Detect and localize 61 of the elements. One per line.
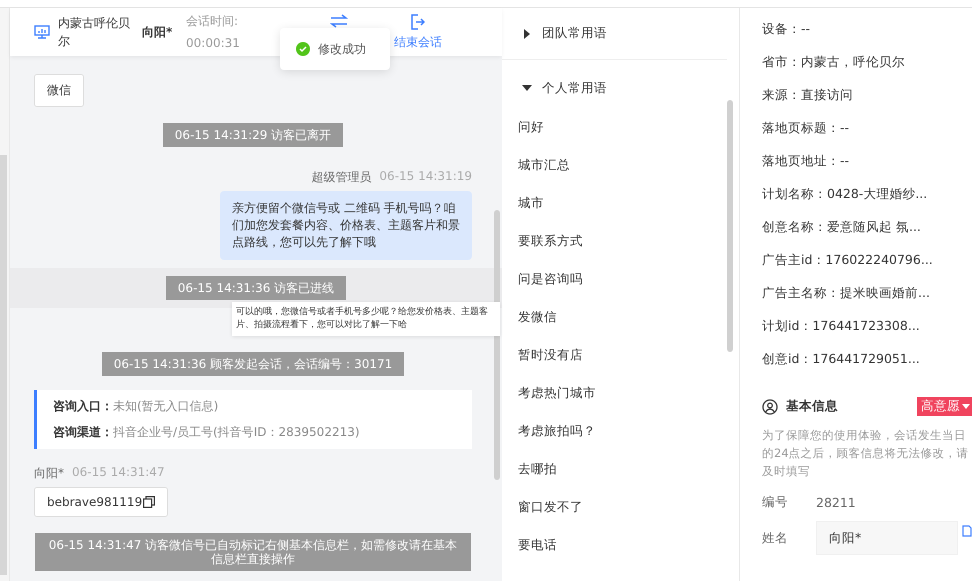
toast-text: 修改成功 <box>318 40 366 58</box>
info-field: 计划名称：0428-大理婚纱... <box>762 177 972 210</box>
message-time: 06-15 14:31:47 <box>72 465 165 481</box>
notice-text: 为了保障您的使用体验，会话发生当日的24点之后，顾客信息将无法修改，请及时填写 <box>762 427 970 480</box>
field-label: 编号 <box>762 494 789 511</box>
info-field: 落地页地址：-- <box>762 144 972 177</box>
phrase-item[interactable]: 暂时没有店 <box>502 336 727 374</box>
phrase-item[interactable]: 问好 <box>502 108 727 146</box>
phrase-group-header[interactable]: 团队常用语 <box>502 8 727 60</box>
phrase-item[interactable]: 考虑旅拍吗？ <box>502 412 727 450</box>
end-session-button[interactable]: 结束会话 <box>394 14 442 50</box>
phrase-item[interactable]: 问是咨询吗 <box>502 260 727 298</box>
message-text: 微信 <box>47 82 71 99</box>
info-field: 计划id：176441723308... <box>762 309 972 342</box>
visitor-name: 向阳* <box>142 24 174 41</box>
tooltip: 可以的哦，您微信号或者手机号多少呢？给您发价格表、主题客片、拍摄流程看下，您可以对比了解一下哈 <box>232 302 500 336</box>
monitor-icon <box>34 25 50 39</box>
caret-right-icon <box>522 28 532 38</box>
info-field: 创意id：176441729051... <box>762 342 972 375</box>
system-notice: 06-15 14:31:36 顾客发起会话，会话编号：30171 <box>102 352 404 376</box>
phrase-item[interactable]: 城市汇总 <box>502 146 727 184</box>
info-field: 省市：内蒙古，呼伦贝尔 <box>762 45 972 78</box>
session-time: 会话时间: 00:00:31 <box>186 13 241 52</box>
system-notice: 06-15 14:31:29 访客已离开 <box>162 123 344 147</box>
visitor-location: 内蒙古呼伦贝尔 <box>58 15 131 50</box>
phrase-item[interactable]: 要电话 <box>502 526 727 564</box>
source-info: 咨询渠道：抖音企业号/员工号(抖音号ID：2839502213) <box>53 424 361 441</box>
section-title: 基本信息 <box>786 398 839 415</box>
user-circle-icon <box>762 398 778 414</box>
phrase-item[interactable]: 城市 <box>502 184 727 222</box>
phrase-item[interactable]: 考虑热门城市 <box>502 374 727 412</box>
intent-tag[interactable]: 高意愿 <box>917 397 972 416</box>
info-field: 设备：-- <box>762 12 972 45</box>
copy-icon[interactable] <box>143 496 156 508</box>
phrase-group-header[interactable]: 个人常用语 <box>502 68 727 108</box>
info-field: 来源：直接访问 <box>762 78 972 111</box>
info-field: 广告主名称：提米映画婚前... <box>762 276 972 309</box>
info-field: 广告主id：176022240796... <box>762 243 972 276</box>
swap-arrows-icon <box>330 14 348 28</box>
phrase-item[interactable]: 窗口发不了 <box>502 488 727 526</box>
field-label: 姓名 <box>762 530 789 546</box>
phrase-item[interactable]: 去哪拍 <box>502 450 727 488</box>
caret-down-icon <box>522 83 532 93</box>
caret-down-icon <box>962 404 970 410</box>
info-field: 落地页标题：-- <box>762 111 972 144</box>
phrase-item[interactable]: 发微信 <box>502 298 727 336</box>
transfer-button[interactable] <box>330 14 348 28</box>
system-notice: 06-15 14:31:36 访客已进线 <box>166 276 346 300</box>
phrase-item[interactable]: 要联系方式 <box>502 222 727 260</box>
check-icon <box>296 42 310 56</box>
name-input[interactable]: 向阳* <box>816 521 958 555</box>
system-notice: 06-15 14:31:47 访客微信号已自动标记右侧基本信息栏，如需修改请在基本信息栏直接操作 <box>35 533 471 571</box>
source-info: 咨询入口：未知(暂无入口信息) <box>53 398 220 415</box>
message-time: 06-15 14:31:19 <box>379 169 472 185</box>
sender-name: 向阳* <box>34 465 64 482</box>
message-text: bebrave981119 <box>47 495 142 509</box>
logout-icon <box>411 14 425 30</box>
field-value: 28211 <box>816 495 856 510</box>
info-field: 创意名称：爱意随风起 氛... <box>762 210 972 243</box>
sender-name: 超级管理员 <box>311 169 372 186</box>
message-bubble: 亲方便留个微信号或 二维码 手机号吗？咱们加您发套餐内容、价格表、主题客片和景点路线，您可以先了解下哦 <box>220 191 472 260</box>
